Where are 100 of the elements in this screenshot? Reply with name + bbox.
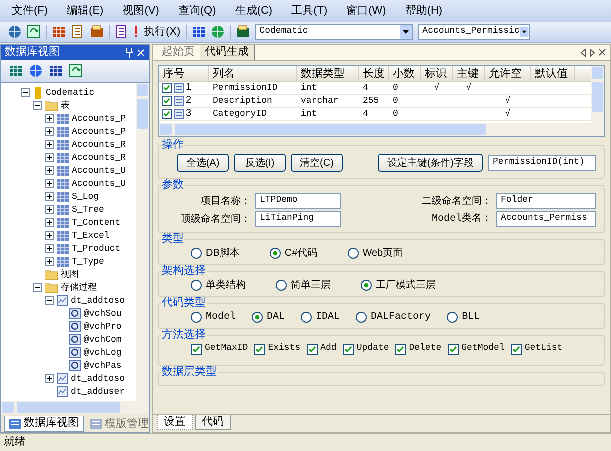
checkbox[interactable] — [162, 109, 172, 119]
tree-item[interactable]: 视图 — [61, 268, 79, 280]
menu-item[interactable]: 工具(T) — [292, 2, 328, 20]
panel-tab[interactable]: 模版管理 — [86, 416, 153, 432]
tree-item[interactable]: dt_addtoso — [71, 294, 126, 306]
scrollbar[interactable] — [136, 83, 149, 401]
tree-item[interactable]: Accounts_R — [72, 152, 126, 164]
radio-button[interactable] — [270, 248, 281, 258]
run-button[interactable]: 执行(X) — [144, 24, 181, 40]
menu-item[interactable]: 生成(C) — [235, 2, 273, 20]
panel-tab[interactable]: 数据库视图 — [4, 416, 84, 432]
checkbox[interactable] — [448, 344, 459, 354]
radio-button[interactable] — [191, 280, 202, 290]
scrollbar[interactable] — [1, 401, 149, 414]
column-header[interactable]: 长度 — [359, 66, 389, 81]
tree-item[interactable]: Accounts_U — [72, 178, 126, 190]
expand-toggle[interactable] — [45, 153, 54, 162]
package-icon[interactable] — [90, 25, 104, 39]
expand-toggle[interactable] — [45, 244, 54, 253]
column-header[interactable]: 小数 — [389, 66, 421, 81]
expand-toggle[interactable] — [33, 101, 42, 110]
expand-toggle[interactable] — [21, 88, 30, 97]
table-dropdown[interactable]: Accounts_Permissic — [418, 24, 530, 40]
tree-item[interactable]: S_Log — [72, 190, 100, 202]
tree-item[interactable]: Codematic — [46, 86, 95, 98]
tree-item[interactable]: T_Type — [72, 256, 104, 268]
exclamation-icon[interactable] — [134, 26, 139, 38]
expand-toggle[interactable] — [45, 179, 54, 188]
refresh-icon[interactable] — [27, 25, 41, 39]
document-icon[interactable] — [71, 25, 85, 39]
tree-item[interactable]: S_Tree — [72, 204, 104, 216]
close-icon[interactable] — [599, 49, 606, 56]
column-header[interactable]: 数据类型 — [297, 66, 359, 81]
radio-button[interactable] — [276, 280, 287, 290]
menu-item[interactable]: 查询(Q) — [178, 2, 216, 20]
expand-toggle[interactable] — [45, 114, 54, 123]
radio-button[interactable] — [191, 312, 202, 322]
scroll-right-icon[interactable] — [590, 48, 595, 56]
checkbox[interactable] — [306, 344, 318, 354]
pin-icon[interactable] — [126, 48, 133, 58]
expand-toggle[interactable] — [45, 296, 54, 305]
tree-item[interactable]: Accounts_P — [72, 112, 126, 124]
tree-item[interactable]: Accounts_P — [72, 126, 126, 138]
document-tab[interactable]: 起始页 — [157, 45, 200, 60]
document-tab[interactable]: 代码生成 — [200, 45, 255, 60]
settings-tab[interactable]: 设置 — [157, 415, 193, 430]
tree-item[interactable]: 表 — [61, 100, 70, 112]
menu-item[interactable]: 帮助(H) — [405, 2, 443, 20]
tree-item[interactable]: @vchCom — [84, 334, 122, 346]
menu-item[interactable]: 文件(F) — [12, 2, 48, 20]
column-header[interactable]: 默认值 — [531, 66, 575, 81]
radio-button[interactable] — [447, 312, 458, 322]
button[interactable]: 反选(I) — [234, 154, 286, 172]
checkbox[interactable] — [254, 344, 266, 354]
radio-button[interactable] — [356, 312, 368, 322]
expand-toggle[interactable] — [45, 166, 54, 175]
tree-item[interactable]: Accounts_U — [72, 164, 126, 176]
tree-item[interactable]: dt_adduser — [71, 386, 126, 398]
expand-toggle[interactable] — [45, 127, 54, 136]
tree-item[interactable]: @vchSou — [84, 308, 122, 320]
button[interactable]: 设定主键(条件)字段 — [378, 154, 483, 172]
tree-item[interactable]: T_Product — [72, 242, 121, 254]
server-dropdown[interactable]: Codematic — [254, 24, 413, 40]
column-header[interactable]: 序号 — [159, 66, 209, 81]
checkbox[interactable] — [191, 344, 202, 354]
grid-icon[interactable] — [192, 25, 206, 39]
input-field[interactable]: LiTianPing — [255, 211, 341, 227]
column-header[interactable]: 主键 — [453, 66, 485, 81]
tree-item[interactable]: T_Content — [72, 216, 121, 228]
checkbox[interactable] — [342, 344, 354, 354]
input-field[interactable]: Folder — [496, 193, 596, 209]
input-field[interactable]: LTPDemo — [255, 193, 341, 209]
column-header[interactable]: 列名 — [209, 66, 297, 81]
scrollbar[interactable] — [159, 123, 604, 136]
tree-item[interactable]: 存储过程 — [61, 282, 97, 294]
tree-item[interactable]: @vchPro — [84, 320, 122, 332]
expand-toggle[interactable] — [45, 231, 54, 240]
package-icon[interactable] — [236, 25, 250, 39]
button[interactable]: 清空(C) — [291, 154, 343, 172]
refresh-icon[interactable] — [69, 64, 83, 78]
expand-toggle[interactable] — [45, 374, 54, 383]
column-header[interactable]: 允许空 — [485, 66, 531, 81]
scrollbar[interactable] — [591, 66, 604, 123]
button[interactable]: 全选(A) — [177, 154, 229, 172]
checkbox[interactable] — [510, 344, 522, 354]
expand-toggle[interactable] — [45, 192, 54, 201]
radio-button[interactable] — [361, 280, 372, 290]
tree-item[interactable]: @vchLog — [84, 346, 122, 358]
document-icon[interactable] — [115, 25, 129, 39]
radio-button[interactable] — [252, 312, 264, 322]
column-header[interactable]: 标识 — [421, 66, 453, 81]
tree-item[interactable]: T_Excel — [72, 230, 110, 242]
tree-item[interactable]: @vchPas — [84, 360, 122, 372]
checkbox[interactable] — [395, 344, 406, 354]
globe-icon[interactable] — [210, 25, 225, 39]
grid-icon[interactable] — [52, 25, 66, 39]
menu-item[interactable]: 窗口(W) — [346, 2, 386, 20]
menu-item[interactable]: 视图(V) — [122, 2, 160, 20]
radio-button[interactable] — [301, 312, 312, 322]
tree-item[interactable]: Accounts_R — [72, 138, 126, 150]
